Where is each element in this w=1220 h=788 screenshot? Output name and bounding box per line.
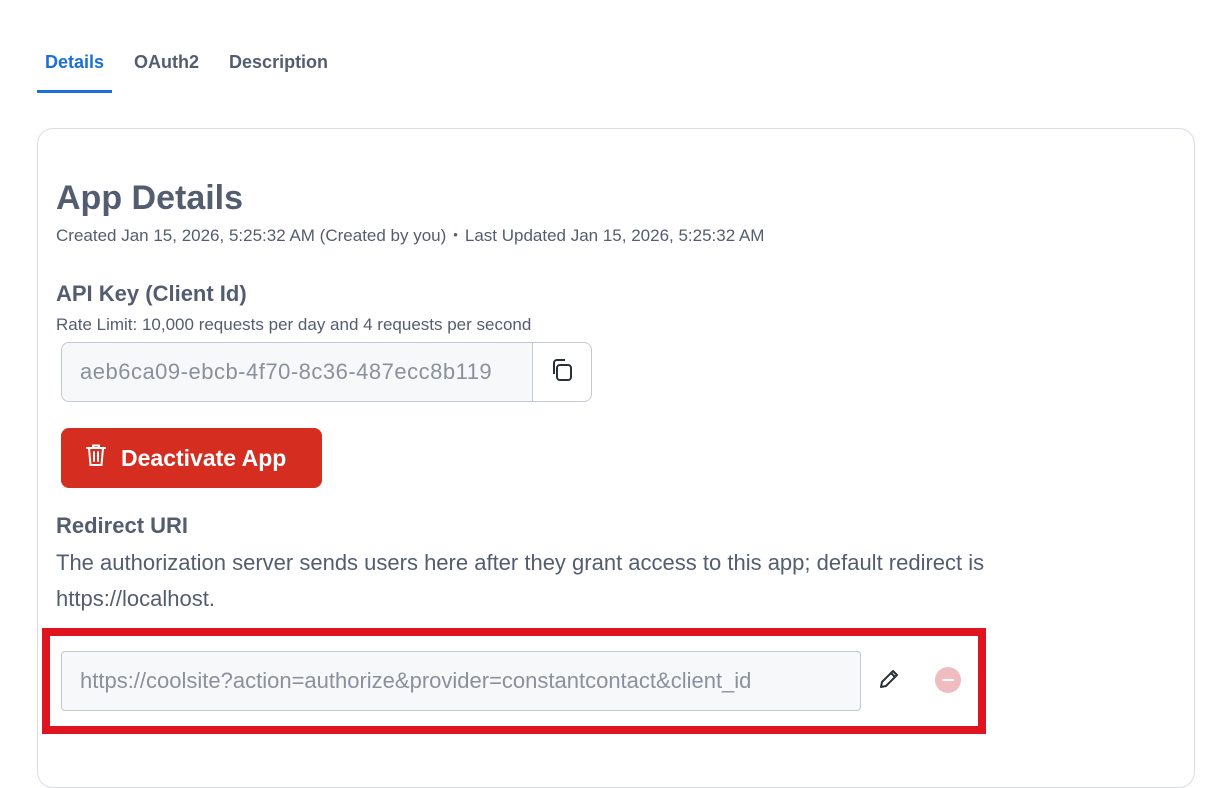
remove-uri-button[interactable] [935, 667, 961, 693]
api-key-input[interactable] [62, 343, 532, 401]
app-details-card: App Details Created Jan 15, 2026, 5:25:3… [37, 128, 1195, 788]
copy-button[interactable] [532, 343, 591, 401]
tab-description[interactable]: Description [221, 40, 336, 93]
tab-bar: Details OAuth2 Description [37, 40, 350, 93]
created-text: Created Jan 15, 2026, 5:25:32 AM (Create… [56, 226, 447, 245]
deactivate-app-button[interactable]: Deactivate App [61, 428, 322, 488]
copy-icon [549, 357, 575, 388]
deactivate-app-label: Deactivate App [121, 444, 287, 471]
minus-circle-icon [942, 678, 954, 682]
trash-icon [85, 443, 107, 473]
redirect-uri-label: Redirect URI [56, 513, 189, 538]
redirect-uri-description: The authorization server sends users her… [56, 550, 985, 611]
page-title: App Details [56, 179, 244, 217]
meta-separator: • [453, 227, 458, 242]
redirect-uri-field: https://coolsite?action=authorize&provid… [61, 651, 861, 711]
pencil-icon [877, 667, 901, 696]
updated-text: Last Updated Jan 15, 2026, 5:25:32 AM [464, 226, 765, 245]
redirect-uri-input[interactable]: https://coolsite?action=authorize&provid… [62, 652, 860, 710]
tab-details[interactable]: Details [37, 40, 113, 93]
edit-uri-button[interactable] [874, 666, 904, 696]
api-key-field-group [61, 342, 592, 402]
timestamps: Created Jan 15, 2026, 5:25:32 AM (Create… [56, 226, 764, 246]
tab-oauth2[interactable]: OAuth2 [126, 40, 207, 93]
api-key-label: API Key (Client Id) [56, 281, 247, 306]
rate-limit-text: Rate Limit: 10,000 requests per day and … [56, 315, 532, 334]
